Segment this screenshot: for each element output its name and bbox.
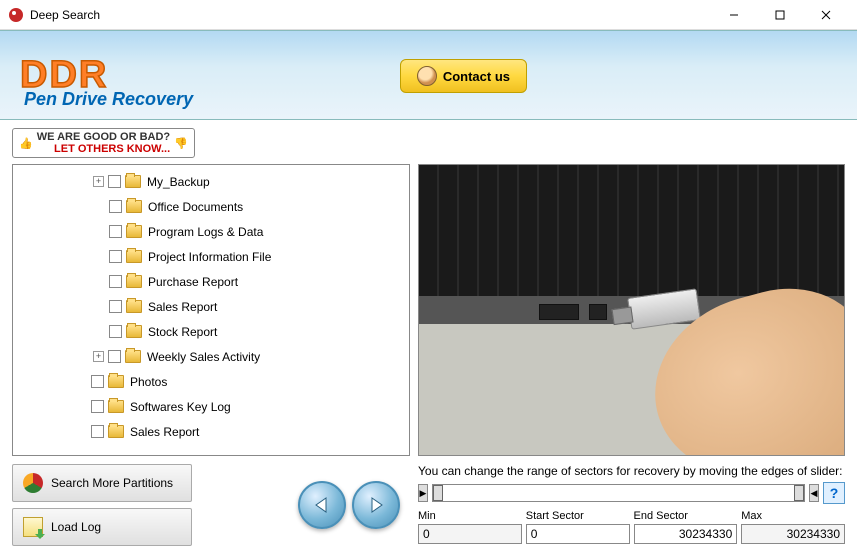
- header-banner: DDR Pen Drive Recovery Contact us: [0, 30, 857, 120]
- slider-right-cap[interactable]: ◀: [809, 484, 819, 502]
- checkbox[interactable]: [109, 200, 122, 213]
- load-log-button[interactable]: Load Log: [12, 508, 192, 546]
- folder-icon: [126, 325, 142, 338]
- tree-item[interactable]: Softwares Key Log: [13, 394, 409, 419]
- feedback-button[interactable]: 👍 WE ARE GOOD OR BAD? LET OTHERS KNOW...…: [12, 128, 195, 158]
- button-row: Search More Partitions Load Log: [12, 464, 410, 546]
- right-column: You can change the range of sectors for …: [418, 164, 845, 546]
- tree-item-label: Sales Report: [130, 425, 199, 439]
- checkbox[interactable]: [91, 400, 104, 413]
- preview-image: [418, 164, 845, 456]
- tree-item-label: Sales Report: [148, 300, 217, 314]
- tree-item-label: Program Logs & Data: [148, 225, 263, 239]
- nav-arrows: [298, 481, 400, 529]
- expand-icon[interactable]: +: [93, 176, 104, 187]
- tree-item[interactable]: Program Logs & Data: [13, 219, 409, 244]
- slider-handle-start[interactable]: [433, 485, 443, 501]
- slider-row: ▶ ◀ ?: [418, 482, 845, 504]
- folder-icon: [108, 400, 124, 413]
- left-column: + My_Backup Office Documents Program Logs &…: [12, 164, 410, 546]
- feedback-line2: LET OTHERS KNOW...: [37, 143, 170, 155]
- sector-slider[interactable]: [432, 484, 805, 502]
- tree-item[interactable]: Sales Report: [13, 419, 409, 444]
- next-button[interactable]: [352, 481, 400, 529]
- folder-icon: [126, 250, 142, 263]
- app-icon: [8, 7, 24, 23]
- tree-item-label: My_Backup: [147, 175, 210, 189]
- window-title: Deep Search: [30, 8, 711, 22]
- max-value: 30234330: [741, 524, 845, 544]
- tree-item[interactable]: Project Information File: [13, 244, 409, 269]
- folder-icon: [126, 300, 142, 313]
- tree-item[interactable]: Sales Report: [13, 294, 409, 319]
- tree-item[interactable]: Photos: [13, 369, 409, 394]
- contact-us-button[interactable]: Contact us: [400, 59, 527, 93]
- slider-handle-end[interactable]: [794, 485, 804, 501]
- minimize-button[interactable]: [711, 0, 757, 30]
- tree-item-label: Project Information File: [148, 250, 271, 264]
- tree-item[interactable]: + My_Backup: [13, 169, 409, 194]
- main-content: + My_Backup Office Documents Program Logs &…: [0, 164, 857, 558]
- feedback-line1: WE ARE GOOD OR BAD?: [37, 131, 170, 143]
- tree-item-label: Stock Report: [148, 325, 217, 339]
- tree-item-label: Office Documents: [148, 200, 243, 214]
- checkbox[interactable]: [109, 275, 122, 288]
- checkbox[interactable]: [108, 175, 121, 188]
- checkbox[interactable]: [109, 325, 122, 338]
- expand-icon[interactable]: +: [93, 351, 104, 362]
- slider-left-cap[interactable]: ▶: [418, 484, 428, 502]
- end-sector-label: End Sector: [634, 510, 738, 522]
- checkbox[interactable]: [109, 250, 122, 263]
- load-log-label: Load Log: [51, 520, 101, 534]
- min-label: Min: [418, 510, 522, 522]
- pie-chart-icon: [23, 473, 43, 493]
- sector-panel: You can change the range of sectors for …: [418, 464, 845, 544]
- tree-item-label: Weekly Sales Activity: [147, 350, 260, 364]
- tree-item-label: Softwares Key Log: [130, 400, 231, 414]
- folder-icon: [125, 175, 141, 188]
- arrow-left-icon: [312, 495, 332, 515]
- tree-item[interactable]: Stock Report: [13, 319, 409, 344]
- feedback-bar: 👍 WE ARE GOOD OR BAD? LET OTHERS KNOW...…: [12, 128, 845, 158]
- sector-instruction: You can change the range of sectors for …: [418, 464, 845, 478]
- checkbox[interactable]: [108, 350, 121, 363]
- thumb-down-icon: 👎: [174, 137, 188, 150]
- folder-icon: [126, 200, 142, 213]
- tagline: Pen Drive Recovery: [24, 89, 193, 110]
- checkbox[interactable]: [91, 425, 104, 438]
- contact-us-label: Contact us: [443, 69, 510, 84]
- help-button[interactable]: ?: [823, 482, 845, 504]
- folder-icon: [125, 350, 141, 363]
- titlebar: Deep Search: [0, 0, 857, 30]
- person-icon: [417, 66, 437, 86]
- folder-icon: [108, 425, 124, 438]
- end-sector-input[interactable]: 30234330: [634, 524, 738, 544]
- tree-item-label: Purchase Report: [148, 275, 238, 289]
- checkbox[interactable]: [109, 300, 122, 313]
- prev-button[interactable]: [298, 481, 346, 529]
- search-partitions-label: Search More Partitions: [51, 476, 173, 490]
- search-more-partitions-button[interactable]: Search More Partitions: [12, 464, 192, 502]
- folder-tree[interactable]: + My_Backup Office Documents Program Logs &…: [12, 164, 410, 456]
- maximize-button[interactable]: [757, 0, 803, 30]
- checkbox[interactable]: [91, 375, 104, 388]
- document-icon: [23, 517, 43, 537]
- folder-icon: [126, 225, 142, 238]
- start-sector-input[interactable]: 0: [526, 524, 630, 544]
- tree-item[interactable]: Purchase Report: [13, 269, 409, 294]
- folder-icon: [108, 375, 124, 388]
- close-button[interactable]: [803, 0, 849, 30]
- tree-item[interactable]: Office Documents: [13, 194, 409, 219]
- max-label: Max: [741, 510, 845, 522]
- sector-inputs: Min 0 Start Sector 0 End Sector 30234330…: [418, 510, 845, 544]
- start-sector-label: Start Sector: [526, 510, 630, 522]
- thumb-up-icon: 👍: [19, 137, 33, 150]
- arrow-right-icon: [366, 495, 386, 515]
- tree-item[interactable]: + Weekly Sales Activity: [13, 344, 409, 369]
- min-value: 0: [418, 524, 522, 544]
- folder-icon: [126, 275, 142, 288]
- checkbox[interactable]: [109, 225, 122, 238]
- tree-item-label: Photos: [130, 375, 167, 389]
